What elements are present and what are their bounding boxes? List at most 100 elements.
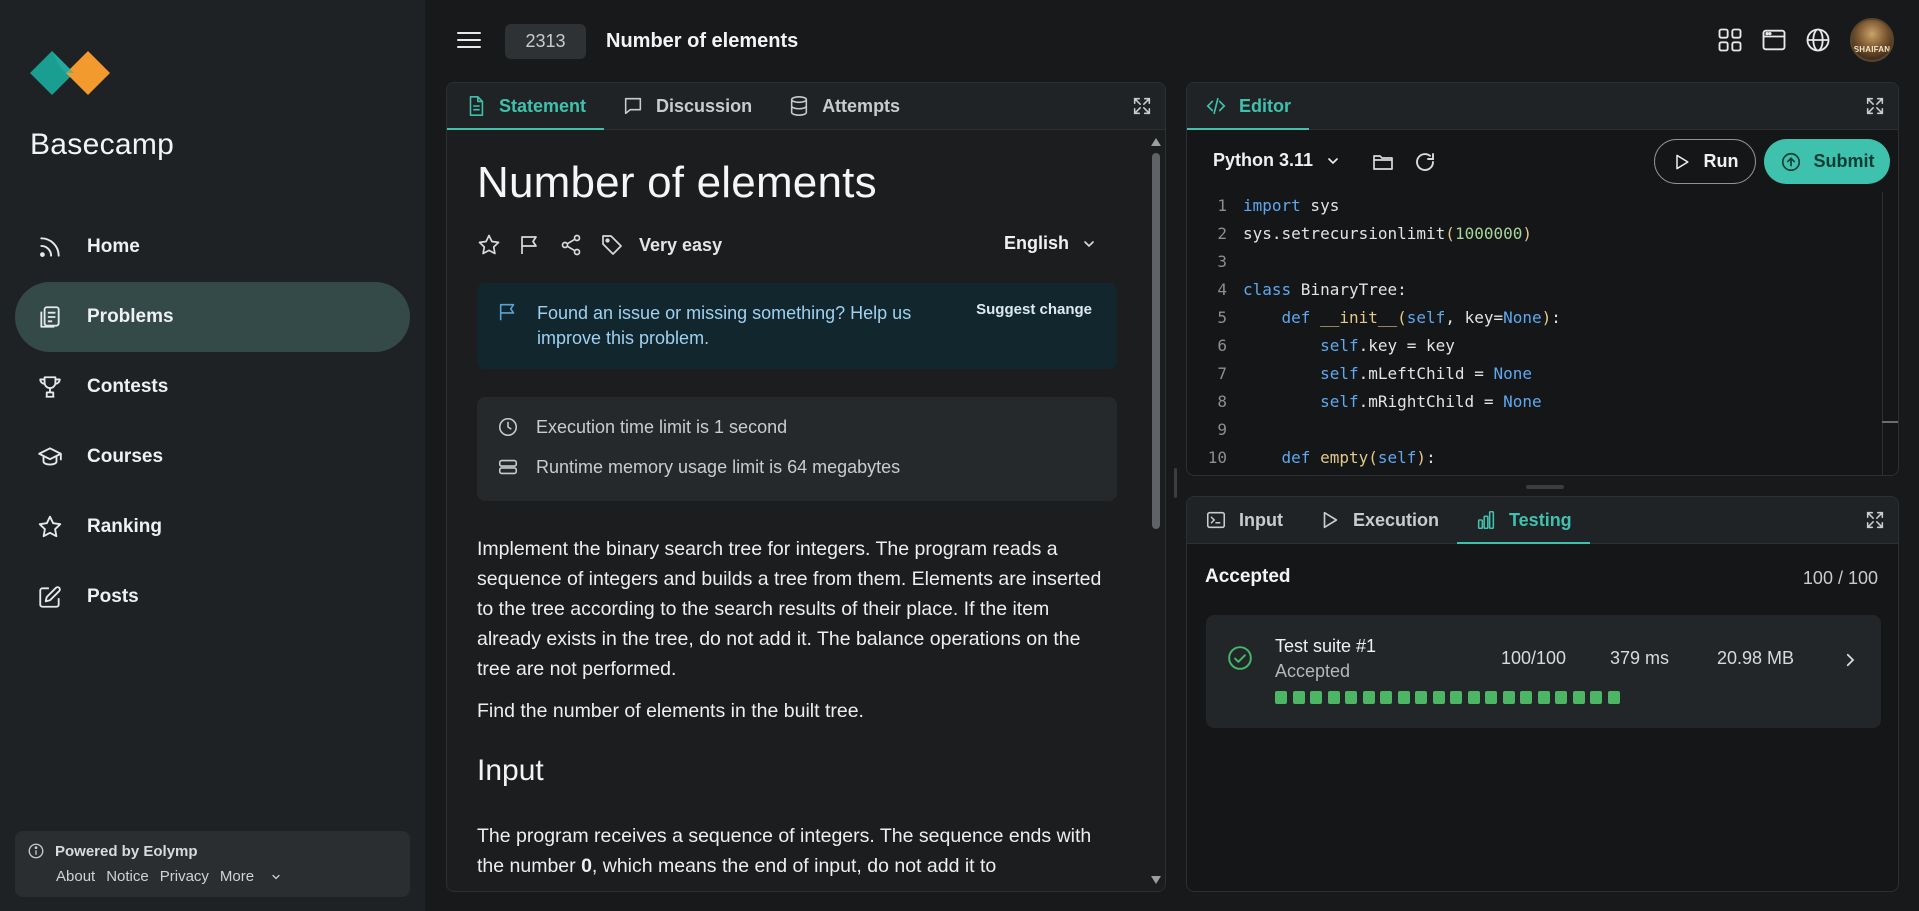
window-icon[interactable] — [1760, 26, 1788, 54]
code-line[interactable]: 6 self.key = key — [1187, 332, 1898, 360]
tab-attempts[interactable]: Attempts — [770, 83, 918, 129]
tab-input[interactable]: Input — [1187, 497, 1301, 543]
test-passed-marker[interactable] — [1397, 691, 1410, 704]
scroll-down-icon[interactable] — [1150, 875, 1162, 885]
suggest-change-button[interactable]: Suggest change — [976, 301, 1092, 318]
scrollbar-thumb[interactable] — [1152, 153, 1160, 529]
test-passed-marker[interactable] — [1415, 691, 1427, 704]
tab-statement[interactable]: Statement — [447, 83, 605, 130]
about-link[interactable]: About — [56, 868, 95, 885]
test-passed-marker[interactable] — [1502, 691, 1515, 704]
code-line[interactable]: 1 import sys — [1187, 192, 1898, 220]
code-line[interactable]: 9 — [1187, 416, 1898, 444]
test-passed-marker[interactable] — [1327, 691, 1340, 704]
test-passed-marker[interactable] — [1362, 691, 1375, 704]
code-line[interactable]: 5 def __init__(self, key=None): — [1187, 304, 1898, 332]
star-icon[interactable] — [477, 233, 501, 257]
horizontal-resize-handle[interactable] — [1526, 485, 1564, 489]
scroll-up-icon[interactable] — [1150, 137, 1162, 147]
run-button[interactable]: Run — [1654, 139, 1756, 184]
test-passed-marker[interactable] — [1520, 691, 1532, 704]
tab-editor[interactable]: Editor — [1187, 83, 1309, 130]
memory-limit: Runtime memory usage limit is 64 megabyt… — [536, 456, 901, 477]
suite-name: Test suite #1 — [1275, 636, 1377, 656]
star-icon — [37, 514, 63, 540]
submit-label: Submit — [1813, 151, 1875, 171]
test-passed-marker[interactable] — [1485, 691, 1497, 704]
code-line[interactable]: 2 sys.setrecursionlimit(1000000) — [1187, 220, 1898, 248]
tab-label: Statement — [499, 95, 587, 116]
code-line[interactable]: 8 self.mRightChild = None — [1187, 388, 1898, 416]
line-number: 6 — [1217, 336, 1227, 355]
test-passed-marker[interactable] — [1380, 691, 1392, 704]
sidebar-item-ranking[interactable]: Ranking — [15, 492, 410, 562]
suite-status: Accepted — [1275, 661, 1351, 681]
reset-icon[interactable] — [1413, 150, 1437, 174]
privacy-link[interactable]: Privacy — [160, 868, 209, 885]
powered-by-text: Powered by Eolymp — [55, 842, 198, 860]
editor-scrollbar[interactable] — [1882, 192, 1898, 475]
avatar-caption: SHAIFAN — [1853, 45, 1891, 54]
code-line[interactable]: 10 def empty(self): — [1187, 444, 1898, 472]
notice-link[interactable]: Notice — [106, 868, 149, 885]
share-icon[interactable] — [559, 233, 583, 257]
more-dropdown[interactable]: More — [220, 868, 293, 885]
upload-icon — [1780, 151, 1802, 173]
sidebar-item-home[interactable]: Home — [15, 212, 410, 282]
menu-icon[interactable] — [455, 28, 483, 52]
basecamp-logo[interactable] — [30, 44, 110, 102]
expand-icon[interactable] — [1864, 95, 1886, 117]
tab-discussion[interactable]: Discussion — [604, 83, 770, 129]
test-passed-marker[interactable] — [1467, 691, 1480, 704]
difficulty-label: Very easy — [639, 234, 723, 255]
test-suite-card[interactable]: Test suite #1 Accepted 100/100 379 ms 20… — [1206, 615, 1881, 728]
test-passed-marker[interactable] — [1537, 691, 1550, 704]
tab-testing[interactable]: Testing — [1457, 497, 1590, 544]
code-line[interactable]: 7 self.mLeftChild = None — [1187, 360, 1898, 388]
edit-icon — [37, 584, 63, 610]
test-passed-marker[interactable] — [1292, 691, 1305, 704]
code-line[interactable]: 3 — [1187, 248, 1898, 276]
language-select[interactable]: Python 3.11 — [1213, 150, 1341, 171]
code-line[interactable]: 4 class BinaryTree: — [1187, 276, 1898, 304]
editor-panel: Editor Python 3.11 Run Submit 1 import s… — [1186, 82, 1899, 476]
expand-icon[interactable] — [1131, 95, 1153, 117]
code-text: self.mRightChild = None — [1320, 392, 1542, 411]
test-passed-marker[interactable] — [1590, 691, 1602, 704]
tab-execution[interactable]: Execution — [1301, 497, 1457, 543]
test-passed-marker[interactable] — [1310, 691, 1322, 704]
avatar[interactable]: SHAIFAN — [1850, 18, 1894, 62]
vertical-resize-handle[interactable] — [1174, 468, 1177, 498]
language-select[interactable]: English — [1004, 233, 1097, 254]
code-editor[interactable]: 1 import sys 2 sys.setrecursionlimit(100000… — [1187, 192, 1898, 475]
flag-icon[interactable] — [518, 233, 542, 257]
test-passed-marker[interactable] — [1450, 691, 1462, 704]
statement-tabs: Statement Discussion Attempts — [447, 83, 1165, 130]
submit-button[interactable]: Submit — [1764, 139, 1890, 184]
test-passed-marker[interactable] — [1572, 691, 1585, 704]
statement-content: Number of elements Very easy English Fou… — [447, 131, 1147, 891]
sidebar-item-problems[interactable]: Problems — [15, 282, 410, 352]
statement-scrollbar[interactable] — [1147, 131, 1165, 891]
test-passed-marker[interactable] — [1607, 691, 1620, 704]
folder-icon[interactable] — [1371, 150, 1395, 174]
time-limit: Execution time limit is 1 second — [536, 416, 788, 437]
verdict-row: Accepted 100 / 100 — [1187, 544, 1898, 614]
test-passed-marker[interactable] — [1275, 691, 1287, 704]
sidebar-item-contests[interactable]: Contests — [15, 352, 410, 422]
expand-icon[interactable] — [1864, 509, 1886, 531]
chevron-right-icon[interactable] — [1841, 651, 1859, 669]
suite-score: 100/100 — [1501, 648, 1567, 668]
info-icon — [27, 842, 45, 860]
globe-icon[interactable] — [1804, 26, 1832, 54]
sidebar-item-posts[interactable]: Posts — [15, 562, 410, 632]
test-passed-marker[interactable] — [1345, 691, 1357, 704]
sidebar-item-courses[interactable]: Courses — [15, 422, 410, 492]
tag-icon[interactable] — [600, 233, 624, 257]
test-passed-marker[interactable] — [1432, 691, 1445, 704]
input-description: The program receives a sequence of integ… — [477, 821, 1117, 881]
chevron-down-icon — [270, 871, 282, 883]
grid-icon[interactable] — [1716, 26, 1744, 54]
test-passed-marker[interactable] — [1555, 691, 1567, 704]
